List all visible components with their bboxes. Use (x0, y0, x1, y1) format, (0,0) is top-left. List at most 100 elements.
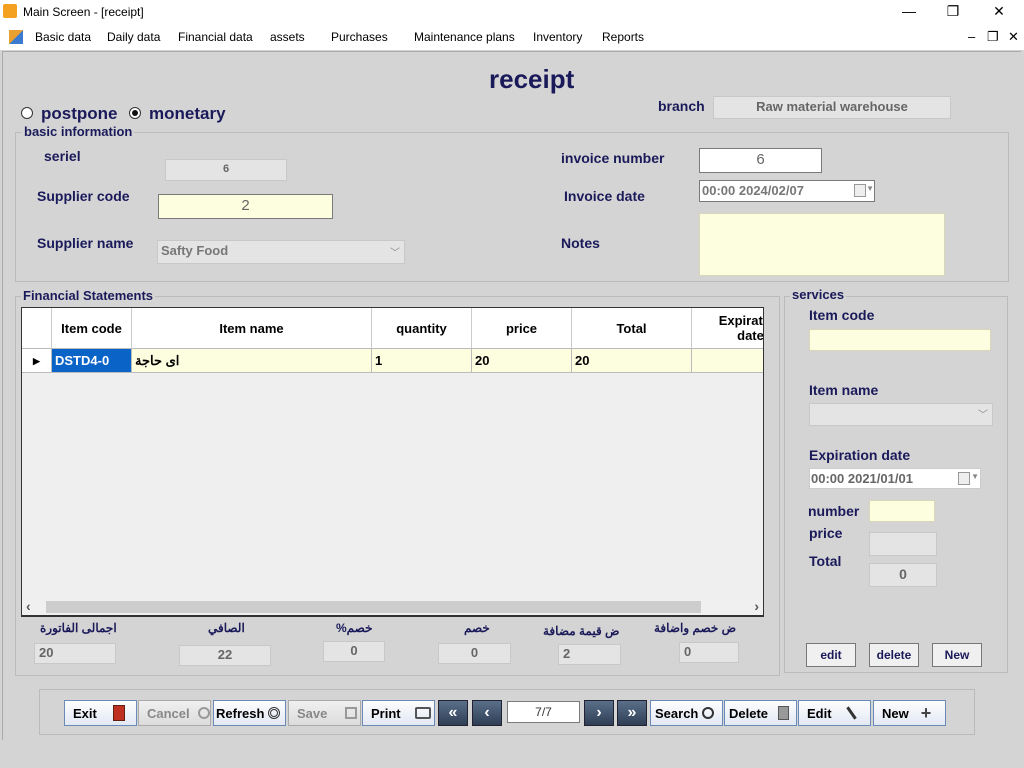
invoice-number-input[interactable]: 6 (699, 148, 822, 173)
edit-button[interactable]: Edit (798, 700, 871, 726)
supplier-code-input[interactable]: 2 (158, 194, 333, 219)
vat-label: ض قيمة مضافة (543, 624, 620, 638)
dropdown-arrow-icon: ▼ (866, 184, 874, 193)
record-position-field[interactable]: 7/7 (507, 701, 580, 723)
column-header-item-code[interactable]: Item code (52, 308, 132, 348)
close-window-button[interactable]: ✕ (976, 0, 1022, 24)
bottom-toolbar: Exit Cancel Refresh Save Print « ‹ 7/7 ›… (3, 700, 1021, 726)
previous-record-button[interactable]: ‹ (472, 700, 502, 726)
menu-assets[interactable]: assets (270, 30, 305, 44)
serial-label: seriel (44, 148, 81, 164)
menu-inventory[interactable]: Inventory (533, 30, 582, 44)
column-header-item-name[interactable]: Item name (132, 308, 372, 348)
withholding-field[interactable]: 0 (679, 642, 739, 663)
delete-button[interactable]: Delete (724, 700, 797, 726)
receipt-form: receipt postpone monetary branch Raw mat… (2, 51, 1021, 740)
trash-icon (778, 706, 790, 720)
items-grid[interactable]: Item code Item name quantity price Total… (21, 307, 764, 617)
exit-button[interactable]: Exit (64, 700, 137, 726)
edit-label: Edit (807, 705, 832, 721)
basic-information-title: basic information (22, 124, 135, 139)
discount-percent-label: %خصم (336, 621, 373, 635)
maximize-window-button[interactable]: ❐ (930, 0, 976, 24)
cell-item-code[interactable]: DSTD4-0 (52, 348, 132, 373)
cell-expiration[interactable] (692, 348, 763, 373)
print-button[interactable]: Print (362, 700, 435, 726)
discount-field[interactable]: 0 (438, 643, 511, 664)
exit-door-icon (112, 705, 125, 721)
service-delete-button[interactable]: delete (869, 643, 919, 667)
vat-field[interactable]: 2 (558, 644, 621, 665)
search-magnifier-icon (702, 707, 715, 719)
serial-field[interactable]: 6 (165, 159, 287, 181)
last-record-button[interactable]: » (617, 700, 647, 726)
menu-bar: Basic data Daily data Financial data ass… (0, 24, 1024, 50)
refresh-icon (268, 707, 281, 719)
postpone-radio[interactable] (21, 107, 33, 119)
search-button[interactable]: Search (650, 700, 723, 726)
menu-reports[interactable]: Reports (602, 30, 644, 44)
menu-financial-data[interactable]: Financial data (178, 30, 253, 44)
horizontal-scrollbar[interactable]: ‹ › (21, 598, 764, 616)
menu-basic-data[interactable]: Basic data (35, 30, 91, 44)
delete-label: Delete (729, 705, 769, 721)
service-price-label: price (809, 525, 843, 541)
service-expiration-picker[interactable]: 00:00 2021/01/01 ▼ (809, 468, 981, 489)
cell-quantity[interactable]: 1 (372, 348, 472, 373)
invoice-date-value: 00:00 2024/02/07 (702, 183, 804, 198)
column-header-total[interactable]: Total (572, 308, 692, 348)
title-bar: Main Screen - [receipt] — ❐ ✕ (0, 0, 1024, 24)
menu-daily-data[interactable]: Daily data (107, 30, 160, 44)
service-total-field[interactable]: 0 (869, 563, 937, 587)
services-title: services (790, 287, 847, 302)
calendar-icon[interactable] (854, 184, 866, 197)
scroll-right-icon[interactable]: › (754, 598, 759, 614)
discount-percent-field[interactable]: 0 (323, 641, 385, 662)
service-expiration-label: Expiration date (809, 447, 911, 463)
net-field[interactable]: 22 (179, 645, 271, 666)
menu-purchases[interactable]: Purchases (331, 30, 388, 44)
new-button[interactable]: New + (873, 700, 946, 726)
scrollbar-thumb[interactable] (46, 601, 701, 613)
app-icon (3, 4, 17, 18)
service-item-code-input[interactable] (809, 329, 991, 351)
invoice-total-field[interactable]: 20 (34, 643, 116, 664)
column-header-expiration[interactable]: Expiration date (692, 308, 763, 348)
print-label: Print (371, 705, 401, 721)
refresh-label: Refresh (216, 705, 265, 721)
row-indicator-icon[interactable]: ▶ (22, 348, 52, 373)
cell-total[interactable]: 20 (572, 348, 692, 373)
withholding-label: ض خصم واضافة (654, 621, 737, 635)
scroll-left-icon[interactable]: ‹ (26, 598, 31, 614)
supplier-name-select[interactable]: Safty Food ﹀ (157, 240, 405, 264)
calendar-icon[interactable] (958, 472, 970, 485)
invoice-date-picker[interactable]: 00:00 2024/02/07 ▼ (699, 180, 875, 202)
mdi-restore-button[interactable]: ❐ (987, 29, 999, 45)
branch-field[interactable]: Raw material warehouse (713, 96, 951, 119)
cancel-icon (197, 707, 210, 719)
service-item-name-select[interactable]: ﹀ (809, 403, 993, 426)
mdi-minimize-button[interactable]: – (968, 29, 975, 44)
service-new-button[interactable]: New (932, 643, 982, 667)
column-header-price[interactable]: price (472, 308, 572, 348)
notes-textarea[interactable] (699, 213, 945, 276)
column-header-quantity[interactable]: quantity (372, 308, 472, 348)
cell-item-name[interactable]: اى حاجة (132, 348, 372, 373)
supplier-name-value: Safty Food (161, 243, 229, 258)
menu-maintenance-plans[interactable]: Maintenance plans (414, 30, 515, 44)
search-label: Search (655, 705, 699, 721)
service-total-label: Total (809, 553, 842, 569)
service-edit-button[interactable]: edit (806, 643, 856, 667)
refresh-button[interactable]: Refresh (213, 700, 286, 726)
cell-price[interactable]: 20 (472, 348, 572, 373)
first-record-button[interactable]: « (438, 700, 468, 726)
printer-icon (414, 707, 431, 719)
next-record-button[interactable]: › (584, 700, 614, 726)
minimize-window-button[interactable]: — (886, 0, 932, 24)
cancel-button[interactable]: Cancel (138, 700, 211, 726)
service-number-input[interactable] (869, 500, 935, 522)
service-price-field[interactable] (869, 532, 937, 556)
monetary-radio[interactable] (129, 107, 141, 119)
save-button[interactable]: Save (288, 700, 361, 726)
mdi-close-button[interactable]: ✕ (1008, 29, 1019, 45)
